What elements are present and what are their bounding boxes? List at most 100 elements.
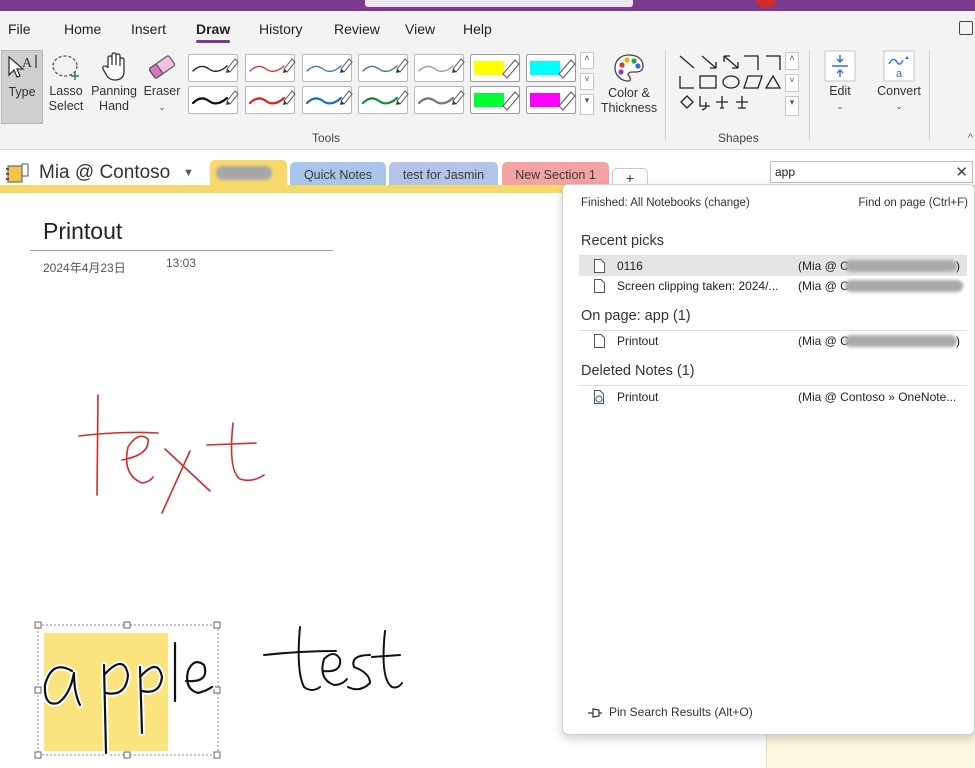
notebook-name[interactable]: Mia @ Contoso [39,162,170,184]
pen-2-7[interactable] [526,86,576,114]
eraser-button[interactable]: Eraser ⌄ [143,52,181,115]
pen-stroke-icon [418,58,465,73]
result-row-0116[interactable]: 0116 (Mia @ C ) [579,256,967,276]
collapse-ribbon-icon[interactable]: ^ [968,132,973,144]
pen-2-4[interactable] [358,86,409,114]
lasso-select-button[interactable]: Lasso Select [47,52,85,114]
menu-draw[interactable]: Draw [196,21,231,43]
pen-stroke-icon [192,58,239,73]
result-row-screen-clipping[interactable]: Screen clipping taken: 2024/... (Mia @ C [579,276,967,296]
on-page-heading: On page: app (1) [581,308,691,324]
title-bar [0,0,975,11]
type-cursor-icon: A [8,55,37,78]
edit-button[interactable]: Edit ⌄ [818,50,862,114]
shapes-scroll-up-icon[interactable]: ˄ [785,52,799,70]
ink-test-black[interactable] [263,626,403,691]
immersive-reader-icon[interactable] [959,21,973,35]
result-row-printout[interactable]: Printout (Mia @ C ) [579,331,967,351]
ink-text-red[interactable] [78,394,265,514]
clear-search-icon[interactable]: ✕ [955,163,968,181]
pin-search-results-button[interactable]: Pin Search Results (Alt+O) [587,705,753,719]
pen-1-4[interactable] [358,54,409,82]
insert-space-icon [824,50,856,82]
menu-review[interactable]: Review [334,21,380,37]
results-divider [579,385,967,386]
convert-button[interactable]: a Convert ⌄ [873,50,925,114]
recent-picks-heading: Recent picks [581,233,665,249]
notebook-dropdown-icon[interactable]: ▼ [183,167,194,179]
type-button[interactable]: A Type [1,50,43,124]
page-icon [594,259,605,273]
pen-stroke-icon [248,90,296,105]
search-results-panel: Finished: All Notebooks (change) Find on… [562,184,975,735]
pen-2-2[interactable] [245,86,296,114]
svg-text:A: A [22,56,33,71]
convert-label: Convert [877,84,921,98]
pen-stroke-icon [306,58,353,73]
redacted-location [845,280,963,292]
type-label: Type [8,85,36,99]
pen-1-5[interactable] [414,54,465,82]
notebook-icon [6,163,29,183]
draw-ribbon: A Type Lasso Select Panning Hand Eraser … [0,46,975,150]
panning-label: Panning Hand [91,84,137,113]
redacted-section-name [216,166,272,180]
eraser-chevron-icon[interactable]: ⌄ [143,100,181,115]
page-list-pane [766,733,975,768]
shapes-gallery-more-icon[interactable]: ▾ [785,96,799,116]
pen-scroll-up-icon[interactable]: ˄ [580,52,594,69]
hand-icon [102,52,125,81]
menu-view[interactable]: View [405,21,435,37]
redacted-location [845,335,957,347]
search-input[interactable] [775,164,947,180]
menu-insert[interactable]: Insert [131,21,166,37]
redacted-location [845,260,957,272]
result-title: Screen clipping taken: 2024/... [617,279,779,293]
pen-1-6[interactable] [470,54,520,82]
pen-stroke-icon [361,90,409,105]
result-location: (Mia @ Contoso » OneNote... [798,390,957,404]
pen-2-5[interactable] [414,86,465,114]
edit-chevron-icon[interactable]: ⌄ [818,99,862,114]
pen-stroke-icon [474,59,520,79]
pen-stroke-icon [474,91,520,111]
page-icon [594,334,605,348]
pen-gallery-more-icon[interactable]: ▾ [580,94,594,115]
pen-stroke-icon [417,90,465,105]
panning-hand-button[interactable]: Panning Hand [88,52,140,114]
section-tab-active[interactable] [210,160,287,188]
tools-group-label: Tools [312,131,341,145]
search-scope-status[interactable]: Finished: All Notebooks (change) [581,197,750,209]
menu-help[interactable]: Help [463,21,492,37]
pin-search-label: Pin Search Results (Alt+O) [609,705,753,719]
convert-chevron-icon[interactable]: ⌄ [873,99,925,114]
ink-to-text-icon: a [883,50,915,82]
pen-2-1[interactable] [188,86,239,114]
ribbon-separator [665,50,666,140]
pen-1-2[interactable] [245,54,296,82]
shapes-gallery[interactable] [676,52,784,118]
pen-stroke-icon [191,90,239,105]
color-thickness-label: Color & Thickness [600,86,658,115]
title-search-box[interactable] [365,0,633,7]
pen-1-1[interactable] [188,54,239,82]
menu-history[interactable]: History [259,21,303,37]
result-row-deleted-printout[interactable]: Printout (Mia @ Contoso » OneNote... [579,387,967,407]
pen-stroke-icon [530,91,576,111]
color-thickness-button[interactable]: Color & Thickness [600,52,658,116]
menu-home[interactable]: Home [64,21,101,37]
pen-2-3[interactable] [302,86,353,114]
pin-icon [588,708,602,718]
pen-1-3[interactable] [302,54,353,82]
search-box[interactable]: ✕ [770,161,973,183]
recycle-page-icon [594,390,604,404]
find-on-page-link[interactable]: Find on page (Ctrl+F) [858,197,968,209]
eraser-icon [148,55,176,79]
pen-2-6[interactable] [470,86,520,114]
pen-scroll-down-icon[interactable]: ˅ [580,73,594,90]
menu-file[interactable]: File [8,21,31,37]
eraser-label: Eraser [143,84,181,98]
pen-1-7[interactable] [526,54,576,82]
edit-label: Edit [829,84,851,98]
shapes-scroll-down-icon[interactable]: ˅ [785,74,799,92]
